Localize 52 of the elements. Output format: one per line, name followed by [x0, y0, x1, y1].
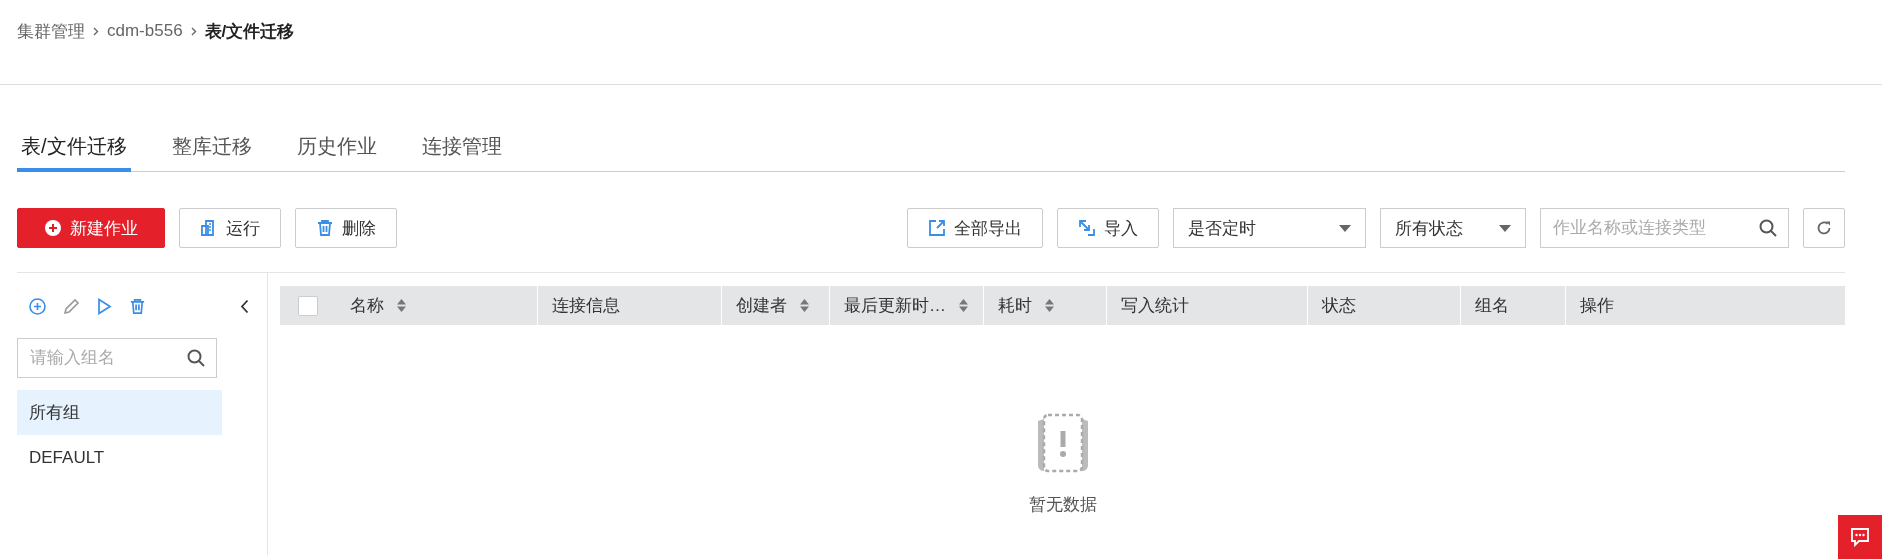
feedback-button[interactable]	[1838, 515, 1882, 559]
chevron-icon	[190, 26, 197, 36]
tab[interactable]: 历史作业	[292, 133, 381, 172]
tab[interactable]: 表/文件迁移	[17, 133, 131, 172]
column-header: 名称	[350, 295, 384, 317]
group-item[interactable]: 所有组	[17, 390, 222, 435]
column-header: 操作	[1580, 295, 1614, 317]
filter-dropdown[interactable]: 所有状态	[1380, 208, 1526, 248]
tab[interactable]: 连接管理	[417, 133, 506, 172]
column-header: 状态	[1322, 295, 1356, 317]
tab[interactable]: 整库迁移	[167, 133, 256, 172]
sort-icon[interactable]	[800, 299, 809, 312]
toolbar-button[interactable]: 删除	[295, 208, 397, 248]
column-header: 最后更新时…	[844, 295, 946, 317]
select-all-checkbox[interactable]	[298, 295, 318, 316]
trash-icon	[316, 219, 334, 237]
search-icon	[187, 349, 205, 367]
column-header: 创建者	[736, 295, 787, 317]
column-header: 连接信息	[552, 295, 620, 317]
pencil-icon[interactable]	[63, 297, 80, 315]
column-header: 组名	[1475, 295, 1509, 317]
play-icon[interactable]	[97, 297, 112, 315]
sort-icon[interactable]	[959, 299, 968, 312]
refresh-icon	[1816, 220, 1832, 236]
group-search-field[interactable]: 请输入组名	[17, 338, 217, 378]
add-circle-icon[interactable]	[29, 297, 46, 315]
column-header: 耗时	[998, 295, 1032, 317]
toolbar-button[interactable]: 全部导出	[907, 208, 1043, 248]
column-header: 写入统计	[1121, 295, 1189, 317]
export-icon	[928, 219, 946, 237]
breadcrumb-item: 表/文件迁移	[204, 20, 295, 43]
breadcrumb-item[interactable]: cdm-b556	[107, 21, 183, 41]
import-icon	[1078, 219, 1096, 237]
caret-icon	[1499, 224, 1511, 232]
search-field[interactable]: 作业名称或连接类型	[1540, 208, 1789, 248]
plus-circle-icon	[44, 219, 62, 237]
chevron-icon	[93, 26, 99, 36]
search-icon	[1759, 219, 1777, 237]
sort-icon[interactable]	[397, 299, 406, 312]
toolbar-button[interactable]: 运行	[179, 208, 281, 248]
sort-icon[interactable]	[1045, 299, 1054, 312]
filter-dropdown[interactable]: 是否定时	[1173, 208, 1366, 248]
chat-icon	[1850, 527, 1870, 547]
caret-icon	[1339, 224, 1351, 232]
empty-message: 暂无数据	[1028, 494, 1097, 516]
breadcrumb-item[interactable]: 集群管理	[17, 19, 85, 43]
group-item[interactable]: DEFAULT	[17, 435, 222, 480]
new-job-button[interactable]: 新建作业	[17, 208, 165, 248]
trash-icon[interactable]	[129, 297, 146, 315]
toolbar-button[interactable]: 导入	[1057, 208, 1159, 248]
refresh-button[interactable]	[1803, 208, 1845, 248]
chevron-left-icon[interactable]	[240, 298, 249, 314]
